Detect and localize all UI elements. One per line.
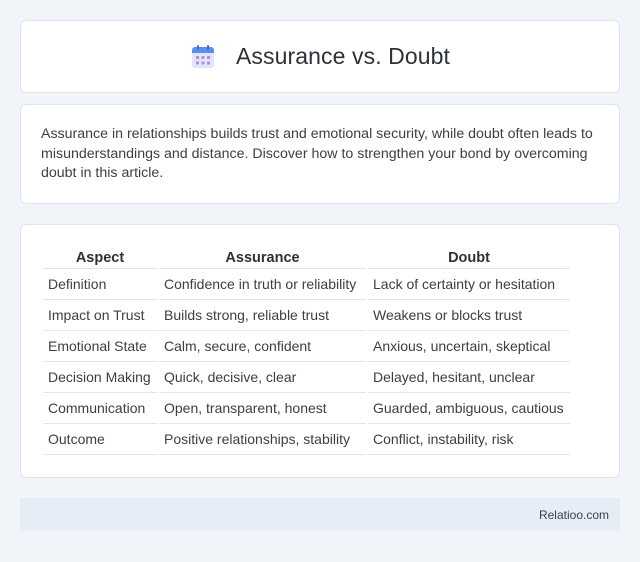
page-title: Assurance vs. Doubt — [235, 43, 451, 69]
cell-aspect: Definition — [43, 269, 157, 300]
cell-aspect: Outcome — [43, 424, 157, 455]
table-row: Decision Making Quick, decisive, clear D… — [43, 362, 570, 393]
cell-doubt: Delayed, hesitant, unclear — [368, 362, 570, 393]
cell-assurance: Positive relationships, stability — [159, 424, 366, 455]
cell-aspect: Decision Making — [43, 362, 157, 393]
title-card: Assurance vs. Doubt — [20, 20, 620, 93]
header-aspect: Aspect — [43, 245, 157, 269]
intro-paragraph: Assurance in relationships builds trust … — [41, 126, 593, 182]
cell-assurance: Builds strong, reliable trust — [159, 300, 366, 331]
cell-doubt: Lack of certainty or hesitation — [368, 269, 570, 300]
cell-aspect: Communication — [43, 393, 157, 424]
cell-aspect: Emotional State — [43, 331, 157, 362]
comparison-table: Aspect Assurance Doubt Definition Confid… — [41, 245, 572, 455]
footer: Relatioo.com — [20, 498, 620, 531]
cell-doubt: Anxious, uncertain, skeptical — [368, 331, 570, 362]
header-assurance: Assurance — [159, 245, 366, 269]
table-row: Impact on Trust Builds strong, reliable … — [43, 300, 570, 331]
intro-card: Assurance in relationships builds trust … — [20, 104, 620, 204]
table-row: Communication Open, transparent, honest … — [43, 393, 570, 424]
cell-assurance: Open, transparent, honest — [159, 393, 366, 424]
cell-assurance: Confidence in truth or reliability — [159, 269, 366, 300]
cell-doubt: Weakens or blocks trust — [368, 300, 570, 331]
cell-doubt: Conflict, instability, risk — [368, 424, 570, 455]
comparison-card: Aspect Assurance Doubt Definition Confid… — [20, 224, 620, 478]
table-row: Definition Confidence in truth or reliab… — [43, 269, 570, 300]
header-doubt: Doubt — [368, 245, 570, 269]
cell-aspect: Impact on Trust — [43, 300, 157, 331]
table-header-row: Aspect Assurance Doubt — [43, 245, 570, 269]
cell-assurance: Quick, decisive, clear — [159, 362, 366, 393]
table-row: Emotional State Calm, secure, confident … — [43, 331, 570, 362]
calendar-icon — [191, 44, 214, 68]
table-row: Outcome Positive relationships, stabilit… — [43, 424, 570, 455]
cell-doubt: Guarded, ambiguous, cautious — [368, 393, 570, 424]
footer-site-link[interactable]: Relatioo.com — [539, 508, 609, 522]
cell-assurance: Calm, secure, confident — [159, 331, 366, 362]
